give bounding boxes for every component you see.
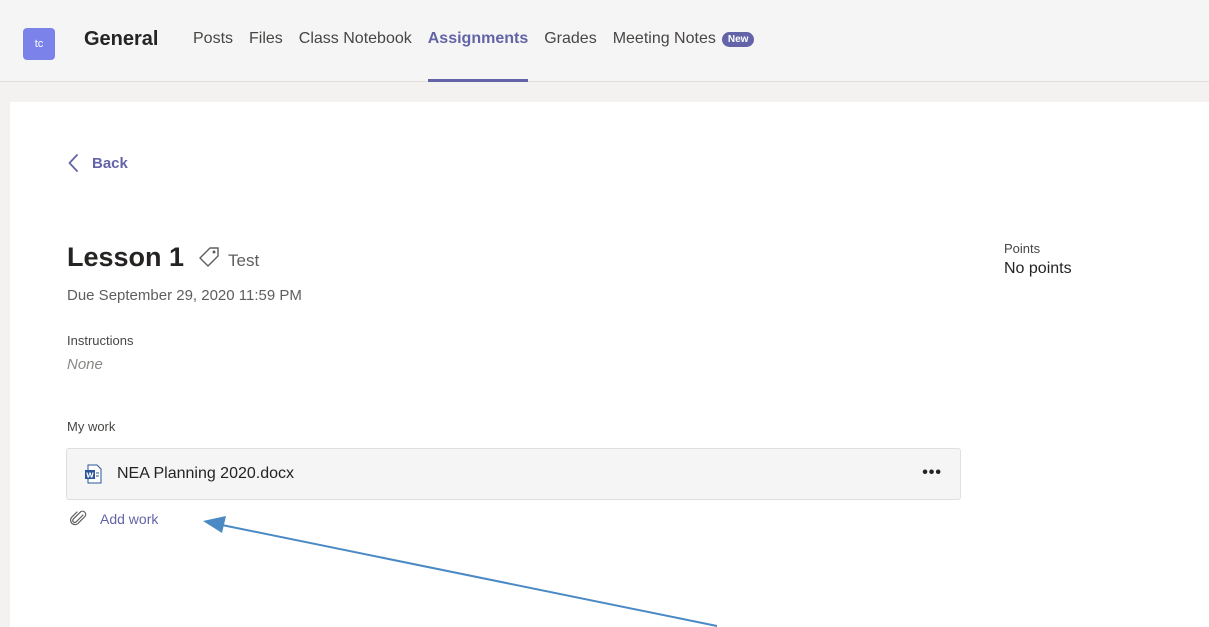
tab-files[interactable]: Files [249, 0, 283, 82]
back-button[interactable]: Back [68, 154, 128, 172]
tab-meeting-notes-label: Meeting Notes [612, 30, 716, 47]
file-attachment[interactable]: W NEA Planning 2020.docx ••• [66, 448, 961, 500]
paperclip-icon [70, 510, 87, 526]
more-options-button[interactable]: ••• [922, 464, 942, 482]
instructions-label: Instructions [67, 333, 134, 348]
my-work-label: My work [67, 419, 116, 434]
assignment-panel: Back Lesson 1 Test Due September 29, 202… [10, 102, 1209, 627]
tab-class-notebook[interactable]: Class Notebook [299, 0, 412, 82]
tab-assignments[interactable]: Assignments [427, 0, 529, 82]
tab-posts[interactable]: Posts [193, 0, 233, 82]
add-work-label: Add work [100, 511, 159, 527]
add-work-button[interactable]: Add work [70, 510, 158, 528]
tab-meeting-notes[interactable]: Meeting Notes New [613, 0, 755, 82]
top-bar: tc General Posts Files Class Notebook As… [0, 0, 1209, 82]
title-row: Lesson 1 Test [67, 242, 259, 273]
assignment-tag: Test [228, 251, 260, 270]
chevron-left-icon [68, 154, 78, 172]
instructions-value: None [67, 356, 103, 373]
word-document-icon: W [85, 464, 102, 484]
points-label: Points [1004, 241, 1041, 256]
new-badge: New [721, 31, 755, 47]
team-avatar[interactable]: tc [23, 28, 55, 60]
channel-name: General [84, 28, 159, 50]
tag-icon [199, 247, 219, 267]
assignment-title: Lesson 1 [67, 242, 185, 272]
channel-tabs: Posts Files Class Notebook Assignments G… [193, 0, 770, 82]
points-value: No points [1004, 260, 1072, 277]
tab-grades[interactable]: Grades [544, 0, 596, 82]
file-name[interactable]: NEA Planning 2020.docx [117, 465, 294, 483]
due-date: Due September 29, 2020 11:59 PM [67, 287, 302, 304]
svg-text:W: W [86, 472, 94, 480]
back-label: Back [92, 154, 128, 172]
